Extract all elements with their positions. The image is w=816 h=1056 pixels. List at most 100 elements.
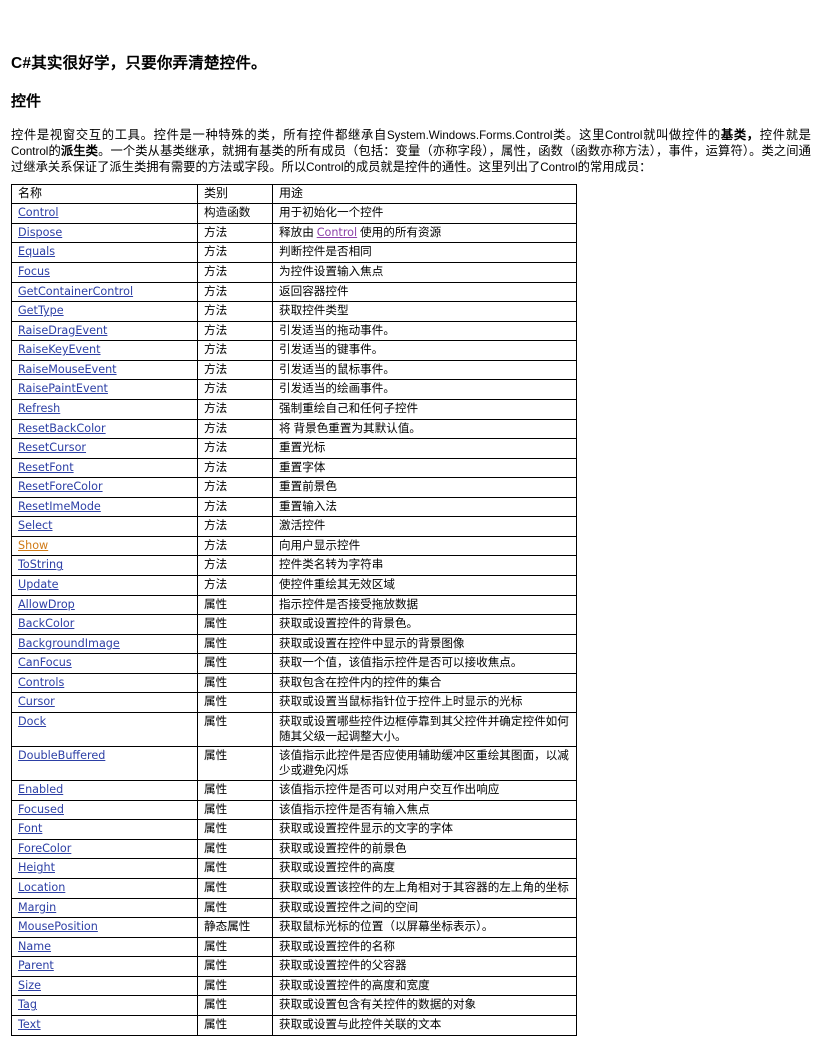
member-desc-cell: 将 背景色重置为其默认值。 bbox=[272, 418, 577, 440]
member-link-backcolor[interactable]: BackColor bbox=[18, 617, 74, 630]
table-row: Select 方法 激活控件 bbox=[11, 516, 577, 537]
member-name-cell: Text bbox=[11, 1014, 198, 1036]
member-link-resetforecolor[interactable]: ResetForeColor bbox=[18, 480, 103, 493]
member-name-cell: Height bbox=[11, 858, 198, 880]
member-desc-cell: 返回容器控件 bbox=[272, 281, 577, 303]
table-row: BackColor 属性 获取或设置控件的背景色。 bbox=[11, 614, 577, 635]
member-link-name[interactable]: Name bbox=[18, 940, 51, 953]
member-link-backgroundimage[interactable]: BackgroundImage bbox=[18, 637, 120, 650]
member-name-cell: MousePosition bbox=[11, 917, 198, 938]
table-row: ForeColor 属性 获取或设置控件的前景色 bbox=[11, 838, 577, 860]
member-link-tag[interactable]: Tag bbox=[18, 998, 37, 1011]
member-name-cell: ResetImeMode bbox=[11, 496, 198, 518]
member-link-getcontainercontrol[interactable]: GetContainerControl bbox=[18, 285, 133, 298]
member-link-font[interactable]: Font bbox=[18, 822, 42, 835]
member-link-resetbackcolor[interactable]: ResetBackColor bbox=[18, 422, 106, 435]
member-desc-cell: 控件类名转为字符串 bbox=[272, 555, 577, 577]
table-row: ResetImeMode 方法 重置输入法 bbox=[11, 496, 577, 518]
table-row: RaiseDragEvent 方法 引发适当的拖动事件。 bbox=[11, 320, 577, 342]
member-link-focused[interactable]: Focused bbox=[18, 803, 64, 816]
member-link-refresh[interactable]: Refresh bbox=[18, 402, 60, 415]
member-desc-cell: 重置前景色 bbox=[272, 477, 577, 498]
intro-text-7: 的成员就是控件的通性。这里列出了 bbox=[343, 160, 541, 175]
member-link-tostring[interactable]: ToString bbox=[18, 558, 63, 571]
member-link-show[interactable]: Show bbox=[18, 539, 48, 552]
member-kind-cell: 属性 bbox=[197, 692, 273, 713]
table-row: Cursor 属性 获取或设置当鼠标指针位于控件上时显示的光标 bbox=[11, 692, 577, 713]
member-name-cell: Control bbox=[11, 203, 198, 224]
member-desc-cell: 获取或设置控件的高度 bbox=[272, 858, 577, 880]
member-link-raisepaintevent[interactable]: RaisePaintEvent bbox=[18, 382, 108, 395]
member-link-raisekeyevent[interactable]: RaiseKeyEvent bbox=[18, 343, 101, 356]
member-link-allowdrop[interactable]: AllowDrop bbox=[18, 598, 75, 611]
member-link-focus[interactable]: Focus bbox=[18, 265, 50, 278]
table-row: Tag 属性 获取或设置包含有关控件的数据的对象 bbox=[11, 995, 577, 1016]
member-desc-cell: 获取或设置包含有关控件的数据的对象 bbox=[272, 995, 577, 1016]
member-link-location[interactable]: Location bbox=[18, 881, 65, 894]
member-kind-cell: 方法 bbox=[197, 398, 273, 420]
column-header-name: 名称 bbox=[11, 183, 198, 205]
member-kind-cell: 方法 bbox=[197, 438, 273, 459]
table-row: Size 属性 获取或设置控件的高度和宽度 bbox=[11, 975, 577, 997]
member-link-mouseposition[interactable]: MousePosition bbox=[18, 920, 98, 933]
member-name-cell: Enabled bbox=[11, 780, 198, 801]
member-link-raisedragevent[interactable]: RaiseDragEvent bbox=[18, 324, 107, 337]
desc-inline-link-control[interactable]: Control bbox=[317, 226, 357, 239]
intro-code-control-3: Control bbox=[306, 161, 344, 175]
desc-text-pre: 释放由 bbox=[279, 225, 317, 239]
member-desc-cell: 该值指示控件是否可以对用户交互作出响应 bbox=[272, 780, 577, 801]
member-desc-cell: 获取或设置与此控件关联的文本 bbox=[272, 1014, 577, 1036]
table-header-row: 名称 类别 用途 bbox=[11, 183, 577, 205]
member-kind-cell: 属性 bbox=[197, 878, 273, 899]
member-link-select[interactable]: Select bbox=[18, 519, 53, 532]
member-desc-cell: 向用户显示控件 bbox=[272, 535, 577, 557]
member-kind-cell: 属性 bbox=[197, 672, 273, 694]
member-link-canfocus[interactable]: CanFocus bbox=[18, 656, 72, 669]
member-link-cursor[interactable]: Cursor bbox=[18, 695, 55, 708]
member-name-cell: AllowDrop bbox=[11, 594, 198, 616]
member-name-cell: ResetForeColor bbox=[11, 477, 198, 498]
member-link-forecolor[interactable]: ForeColor bbox=[18, 842, 71, 855]
member-link-resetfont[interactable]: ResetFont bbox=[18, 461, 74, 474]
member-link-control[interactable]: Control bbox=[18, 206, 58, 219]
member-name-cell: Equals bbox=[11, 242, 198, 264]
member-link-parent[interactable]: Parent bbox=[18, 959, 54, 972]
member-name-cell: Focus bbox=[11, 262, 198, 283]
member-link-enabled[interactable]: Enabled bbox=[18, 783, 63, 796]
member-link-controls[interactable]: Controls bbox=[18, 676, 64, 689]
intro-code-system-control: System.Windows.Forms.Control bbox=[386, 128, 553, 142]
document-page: C#其实很好学，只要你弄清楚控件。 控件 控件是视窗交互的工具。控件是一种特殊的… bbox=[0, 0, 816, 1056]
member-desc-cell: 重置输入法 bbox=[272, 496, 577, 518]
table-row: ResetCursor 方法 重置光标 bbox=[11, 438, 577, 459]
member-link-resetcursor[interactable]: ResetCursor bbox=[18, 441, 86, 454]
member-link-equals[interactable]: Equals bbox=[18, 245, 55, 258]
member-kind-cell: 方法 bbox=[197, 262, 273, 283]
table-row: BackgroundImage 属性 获取或设置在控件中显示的背景图像 bbox=[11, 633, 577, 655]
table-row: Controls 属性 获取包含在控件内的控件的集合 bbox=[11, 672, 577, 694]
member-link-dispose[interactable]: Dispose bbox=[18, 226, 62, 239]
member-kind-cell: 属性 bbox=[197, 780, 273, 801]
member-link-doublebuffered[interactable]: DoubleBuffered bbox=[18, 749, 105, 762]
member-kind-cell: 方法 bbox=[197, 496, 273, 518]
member-link-text[interactable]: Text bbox=[18, 1018, 41, 1031]
member-link-height[interactable]: Height bbox=[18, 861, 55, 874]
table-row: Margin 属性 获取或设置控件之间的空间 bbox=[11, 897, 577, 919]
intro-text-1: 控件是视窗交互的工具。控件是一种特殊的类，所有控件都继承自 bbox=[11, 127, 387, 142]
member-desc-cell: 释放由 Control 使用的所有资源 bbox=[272, 222, 577, 244]
member-name-cell: Name bbox=[11, 936, 198, 958]
member-desc-cell: 获取或设置控件的高度和宽度 bbox=[272, 975, 577, 997]
column-header-desc: 用途 bbox=[272, 183, 577, 205]
member-link-gettype[interactable]: GetType bbox=[18, 304, 64, 317]
member-link-raisemouseevent[interactable]: RaiseMouseEvent bbox=[18, 363, 117, 376]
member-name-cell: Dock bbox=[11, 711, 198, 748]
member-name-cell: Parent bbox=[11, 956, 198, 977]
member-link-dock[interactable]: Dock bbox=[18, 715, 46, 728]
member-link-update[interactable]: Update bbox=[18, 578, 59, 591]
member-name-cell: Size bbox=[11, 975, 198, 997]
member-link-margin[interactable]: Margin bbox=[18, 901, 56, 914]
member-link-resetimemode[interactable]: ResetImeMode bbox=[18, 500, 101, 513]
member-kind-cell: 方法 bbox=[197, 418, 273, 440]
member-kind-cell: 方法 bbox=[197, 301, 273, 322]
member-link-size[interactable]: Size bbox=[18, 979, 41, 992]
intro-paragraph: 控件是视窗交互的工具。控件是一种特殊的类，所有控件都继承自System.Wind… bbox=[11, 127, 811, 176]
